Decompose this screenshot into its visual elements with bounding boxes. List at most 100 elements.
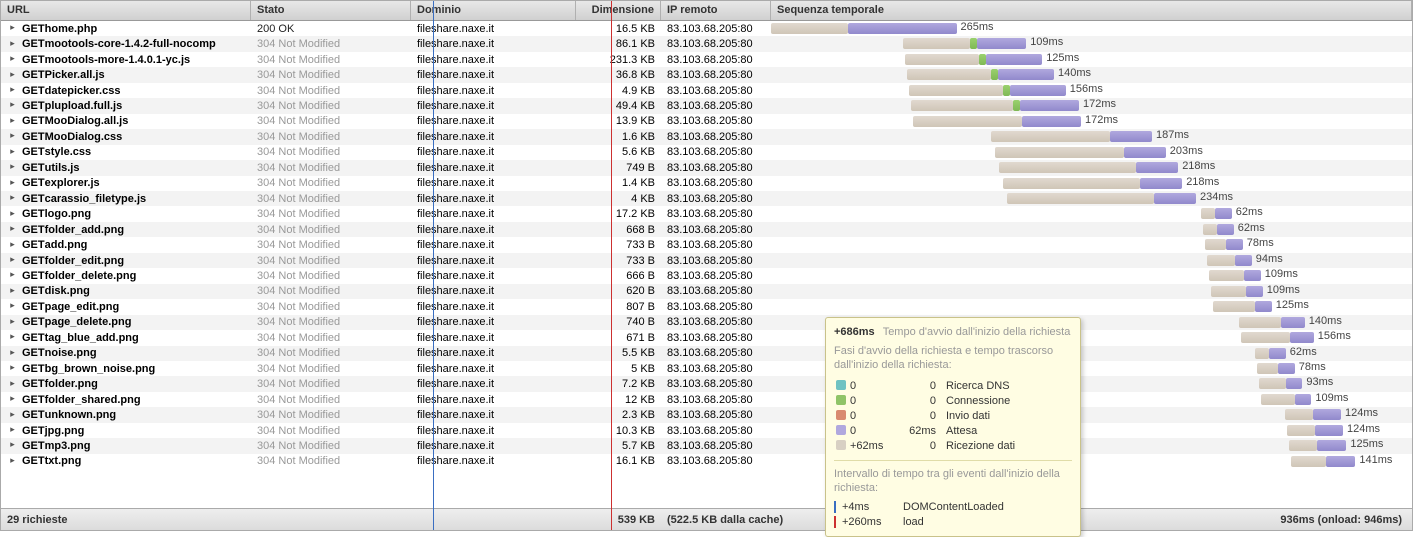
- col-header-url[interactable]: URL: [1, 1, 251, 20]
- expand-icon[interactable]: [7, 332, 18, 343]
- request-row[interactable]: GET folder.png304 Not Modifiedfileshare.…: [1, 376, 1412, 391]
- request-row[interactable]: GET style.css304 Not Modifiedfileshare.n…: [1, 145, 1412, 160]
- col-header-ip[interactable]: IP remoto: [661, 1, 771, 20]
- expand-icon[interactable]: [7, 54, 18, 65]
- request-row[interactable]: GET folder_shared.png304 Not Modifiedfil…: [1, 392, 1412, 407]
- cell-url[interactable]: GET folder.png: [1, 378, 251, 390]
- expand-icon[interactable]: [7, 70, 18, 81]
- cell-url[interactable]: GET page_edit.png: [1, 301, 251, 313]
- expand-icon[interactable]: [7, 348, 18, 359]
- expand-icon[interactable]: [7, 255, 18, 266]
- request-row[interactable]: GET mootools-core-1.4.2-full-nocomp304 N…: [1, 36, 1412, 51]
- col-header-sequenza[interactable]: Sequenza temporale: [771, 1, 1412, 20]
- expand-icon[interactable]: [7, 270, 18, 281]
- cell-url[interactable]: GET mp3.png: [1, 440, 251, 452]
- cell-url[interactable]: GET carassio_filetype.js: [1, 193, 251, 205]
- expand-icon[interactable]: [7, 39, 18, 50]
- request-row[interactable]: GET MooDialog.all.js304 Not Modifiedfile…: [1, 114, 1412, 129]
- cell-timeline[interactable]: 172ms: [771, 98, 1412, 113]
- cell-url[interactable]: GET datepicker.css: [1, 85, 251, 97]
- cell-timeline[interactable]: 172ms: [771, 114, 1412, 129]
- cell-url[interactable]: GET MooDialog.all.js: [1, 115, 251, 127]
- request-row[interactable]: GET explorer.js304 Not Modifiedfileshare…: [1, 176, 1412, 191]
- expand-icon[interactable]: [7, 394, 18, 405]
- request-row[interactable]: GET jpg.png304 Not Modifiedfileshare.nax…: [1, 423, 1412, 438]
- cell-timeline[interactable]: 109ms: [771, 268, 1412, 283]
- col-header-stato[interactable]: Stato: [251, 1, 411, 20]
- cell-timeline[interactable]: 156ms: [771, 83, 1412, 98]
- cell-url[interactable]: GET folder_delete.png: [1, 270, 251, 282]
- request-row[interactable]: GET mp3.png304 Not Modifiedfileshare.nax…: [1, 438, 1412, 453]
- request-row[interactable]: GET folder_add.png304 Not Modifiedfilesh…: [1, 222, 1412, 237]
- expand-icon[interactable]: [7, 240, 18, 251]
- request-row[interactable]: GET noise.png304 Not Modifiedfileshare.n…: [1, 346, 1412, 361]
- request-row[interactable]: GET page_delete.png304 Not Modifiedfiles…: [1, 315, 1412, 330]
- request-row[interactable]: GET folder_edit.png304 Not Modifiedfiles…: [1, 253, 1412, 268]
- cell-url[interactable]: GET logo.png: [1, 208, 251, 220]
- request-row[interactable]: GET bg_brown_noise.png304 Not Modifiedfi…: [1, 361, 1412, 376]
- request-row[interactable]: GET mootools-more-1.4.0.1-yc.js304 Not M…: [1, 52, 1412, 67]
- cell-url[interactable]: GET mootools-more-1.4.0.1-yc.js: [1, 54, 251, 66]
- cell-url[interactable]: GET noise.png: [1, 347, 251, 359]
- cell-timeline[interactable]: 265ms: [771, 21, 1412, 36]
- cell-url[interactable]: GET jpg.png: [1, 425, 251, 437]
- cell-timeline[interactable]: 109ms: [771, 284, 1412, 299]
- cell-url[interactable]: GET home.php: [1, 23, 251, 35]
- request-row[interactable]: GET datepicker.css304 Not Modifiedfilesh…: [1, 83, 1412, 98]
- request-row[interactable]: GET page_edit.png304 Not Modifiedfilesha…: [1, 299, 1412, 314]
- cell-timeline[interactable]: 203ms: [771, 145, 1412, 160]
- expand-icon[interactable]: [7, 440, 18, 451]
- request-row[interactable]: GET add.png304 Not Modifiedfileshare.nax…: [1, 237, 1412, 252]
- expand-icon[interactable]: [7, 85, 18, 96]
- expand-icon[interactable]: [7, 209, 18, 220]
- expand-icon[interactable]: [7, 178, 18, 189]
- expand-icon[interactable]: [7, 286, 18, 297]
- request-row[interactable]: GET Picker.all.js304 Not Modifiedfilesha…: [1, 67, 1412, 82]
- cell-url[interactable]: GET utils.js: [1, 162, 251, 174]
- cell-timeline[interactable]: 218ms: [771, 160, 1412, 175]
- cell-timeline[interactable]: 62ms: [771, 222, 1412, 237]
- cell-url[interactable]: GET disk.png: [1, 285, 251, 297]
- cell-url[interactable]: GET mootools-core-1.4.2-full-nocomp: [1, 38, 251, 50]
- cell-url[interactable]: GET folder_shared.png: [1, 394, 251, 406]
- cell-url[interactable]: GET plupload.full.js: [1, 100, 251, 112]
- request-row[interactable]: GET folder_delete.png304 Not Modifiedfil…: [1, 268, 1412, 283]
- expand-icon[interactable]: [7, 410, 18, 421]
- cell-url[interactable]: GET page_delete.png: [1, 316, 251, 328]
- expand-icon[interactable]: [7, 317, 18, 328]
- cell-url[interactable]: GET Picker.all.js: [1, 69, 251, 81]
- expand-icon[interactable]: [7, 131, 18, 142]
- cell-url[interactable]: GET tag_blue_add.png: [1, 332, 251, 344]
- expand-icon[interactable]: [7, 363, 18, 374]
- cell-timeline[interactable]: 140ms: [771, 67, 1412, 82]
- expand-icon[interactable]: [7, 379, 18, 390]
- expand-icon[interactable]: [7, 224, 18, 235]
- request-row[interactable]: GET home.php200 OKfileshare.naxe.it16.5 …: [1, 21, 1412, 36]
- cell-url[interactable]: GET add.png: [1, 239, 251, 251]
- request-row[interactable]: GET logo.png304 Not Modifiedfileshare.na…: [1, 206, 1412, 221]
- cell-timeline[interactable]: 78ms: [771, 237, 1412, 252]
- cell-url[interactable]: GET MooDialog.css: [1, 131, 251, 143]
- request-row[interactable]: GET MooDialog.css304 Not Modifiedfilesha…: [1, 129, 1412, 144]
- expand-icon[interactable]: [7, 425, 18, 436]
- cell-timeline[interactable]: 109ms: [771, 36, 1412, 51]
- col-header-dimensione[interactable]: Dimensione: [576, 1, 661, 20]
- request-row[interactable]: GET tag_blue_add.png304 Not Modifiedfile…: [1, 330, 1412, 345]
- cell-url[interactable]: GET txt.png: [1, 455, 251, 467]
- cell-timeline[interactable]: 125ms: [771, 299, 1412, 314]
- expand-icon[interactable]: [7, 116, 18, 127]
- cell-timeline[interactable]: 94ms: [771, 253, 1412, 268]
- cell-timeline[interactable]: 62ms: [771, 206, 1412, 221]
- cell-url[interactable]: GET explorer.js: [1, 177, 251, 189]
- expand-icon[interactable]: [7, 162, 18, 173]
- expand-icon[interactable]: [7, 147, 18, 158]
- request-row[interactable]: GET utils.js304 Not Modifiedfileshare.na…: [1, 160, 1412, 175]
- request-row[interactable]: GET carassio_filetype.js304 Not Modified…: [1, 191, 1412, 206]
- request-row[interactable]: GET disk.png304 Not Modifiedfileshare.na…: [1, 284, 1412, 299]
- expand-icon[interactable]: [7, 23, 18, 34]
- col-header-dominio[interactable]: Dominio: [411, 1, 576, 20]
- cell-url[interactable]: GET unknown.png: [1, 409, 251, 421]
- cell-url[interactable]: GET folder_add.png: [1, 224, 251, 236]
- request-row[interactable]: GET txt.png304 Not Modifiedfileshare.nax…: [1, 454, 1412, 469]
- expand-icon[interactable]: [7, 301, 18, 312]
